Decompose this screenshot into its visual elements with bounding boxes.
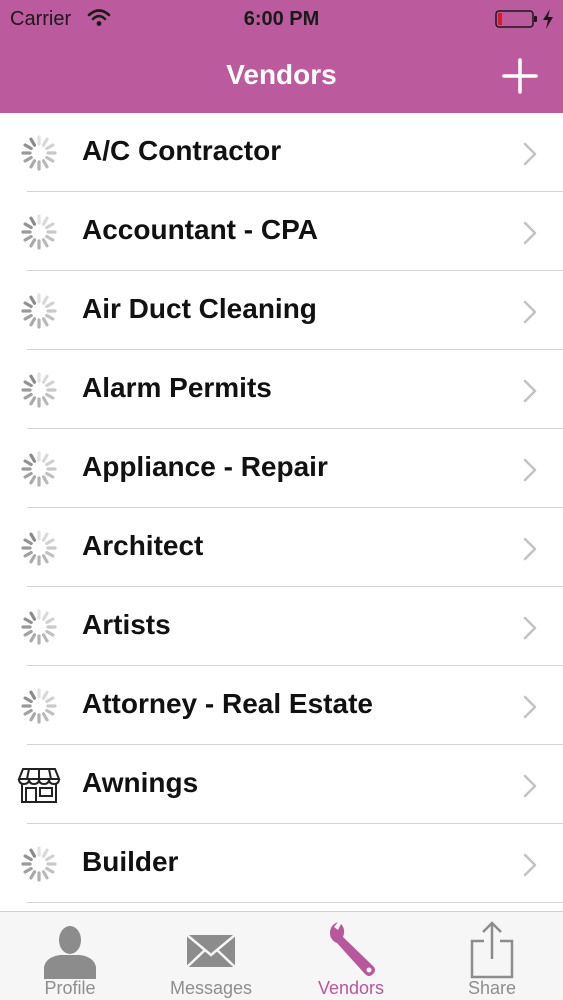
vendor-label: Builder (82, 846, 179, 877)
vendor-row[interactable]: Artists (0, 587, 563, 666)
chevron-right-icon (523, 458, 537, 482)
vendor-label: Appliance - Repair (82, 451, 328, 482)
person-icon (44, 926, 96, 979)
tab-label: Share (467, 978, 517, 998)
chevron-right-icon (523, 853, 537, 877)
plus-icon (502, 58, 538, 94)
tab-label: Vendors (317, 978, 385, 998)
loading-spinner-icon (21, 293, 57, 329)
vendor-list[interactable]: A/C Contractor Accountant - CPA Air Duct C… (0, 113, 563, 911)
loading-spinner-icon (21, 688, 57, 724)
loading-spinner-icon (21, 135, 57, 171)
loading-spinner-icon (21, 846, 57, 882)
chevron-right-icon (523, 616, 537, 640)
tab-vendors[interactable]: Vendors (281, 912, 421, 1000)
wrench-icon (330, 922, 375, 976)
charging-bolt-icon (543, 9, 553, 29)
tab-share[interactable]: Share (422, 912, 562, 1000)
vendor-row[interactable]: Attorney - Real Estate (0, 666, 563, 745)
vendor-label: Attorney - Real Estate (82, 688, 373, 719)
vendor-label: A/C Contractor (82, 135, 282, 166)
page-title: Vendors (226, 59, 337, 90)
tab-label: Profile (44, 978, 96, 998)
tab-messages[interactable]: Messages (141, 912, 281, 1000)
chevron-right-icon (523, 142, 537, 166)
vendor-row[interactable]: Alarm Permits (0, 350, 563, 429)
storefront-icon (17, 768, 61, 803)
loading-spinner-icon (21, 451, 57, 487)
chevron-right-icon (523, 537, 537, 561)
chevron-right-icon (523, 221, 537, 245)
vendor-row[interactable]: Builder (0, 824, 563, 903)
add-vendor-button[interactable] (500, 56, 540, 96)
loading-spinner-icon (21, 530, 57, 566)
chevron-right-icon (523, 695, 537, 719)
tab-bar: Profile Messages Vendors Share (0, 911, 563, 1000)
vendor-label: Accountant - CPA (82, 214, 318, 245)
clock-time: 6:00 PM (243, 8, 320, 30)
vendor-row[interactable]: A/C Contractor (0, 113, 563, 192)
vendor-row[interactable]: Appliance - Repair (0, 429, 563, 508)
vendor-row[interactable]: Accountant - CPA (0, 192, 563, 271)
battery-low-icon (495, 10, 537, 28)
tab-label: Messages (169, 978, 253, 998)
vendor-label: Alarm Permits (82, 372, 272, 403)
navigation-bar: Vendors (0, 40, 563, 113)
chevron-right-icon (523, 379, 537, 403)
chevron-right-icon (523, 774, 537, 798)
vendor-label: Architect (82, 530, 204, 561)
vendor-row[interactable]: Air Duct Cleaning (0, 271, 563, 350)
vendor-row[interactable]: Architect (0, 508, 563, 587)
chevron-right-icon (523, 300, 537, 324)
vendor-row[interactable]: Awnings (0, 745, 563, 824)
vendor-label: Air Duct Cleaning (82, 293, 317, 324)
envelope-icon (186, 934, 236, 968)
loading-spinner-icon (21, 214, 57, 250)
vendor-label: Awnings (82, 767, 199, 798)
loading-spinner-icon (21, 609, 57, 645)
share-icon (470, 921, 514, 979)
loading-spinner-icon (21, 372, 57, 408)
status-bar: Carrier 6:00 PM (0, 0, 563, 40)
vendor-label: Artists (82, 609, 171, 640)
tab-profile[interactable]: Profile (0, 912, 140, 1000)
